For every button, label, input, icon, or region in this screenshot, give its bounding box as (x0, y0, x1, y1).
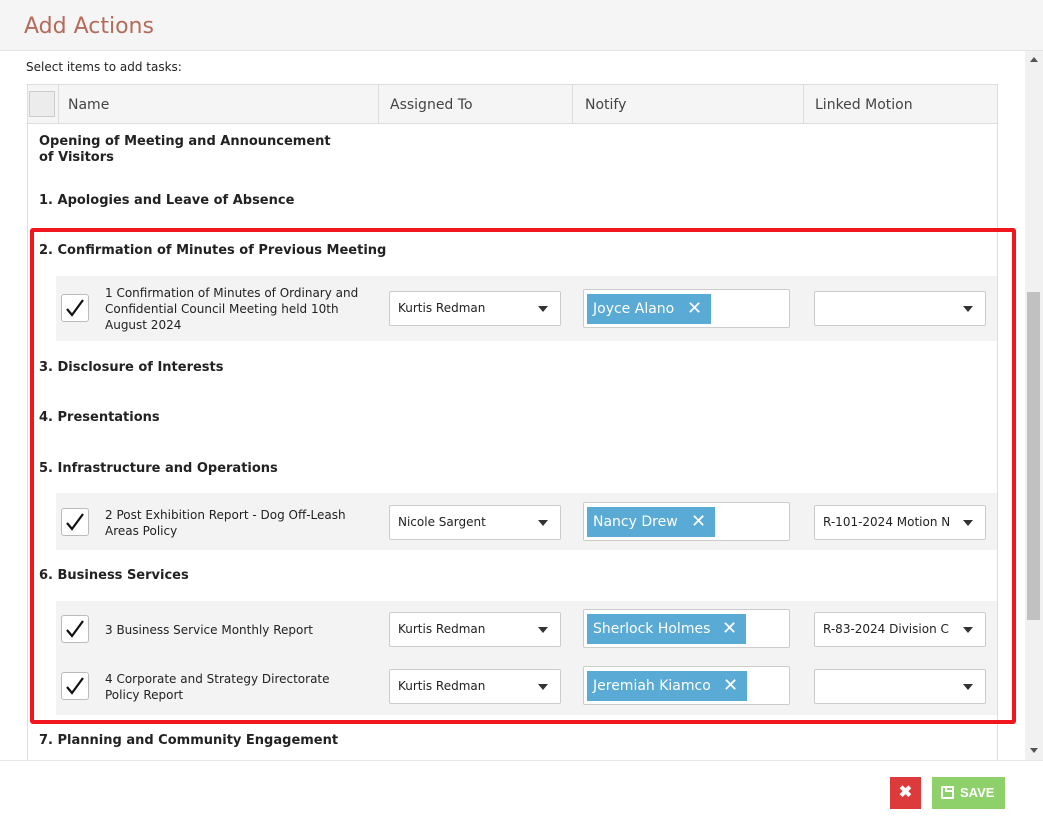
notify-field[interactable]: Nancy Drew ✕ (583, 502, 790, 541)
item-name: 1 Confirmation of Minutes of Ordinary an… (105, 286, 359, 332)
section-heading: 6. Business Services (39, 568, 189, 583)
remove-icon[interactable]: ✕ (691, 507, 706, 537)
assigned-to-select[interactable]: Nicole Sargent (389, 505, 561, 540)
chevron-down-icon (963, 627, 973, 633)
column-header-linked-motion[interactable]: Linked Motion (815, 85, 913, 123)
section-heading: Opening of Meeting and Announcement of V… (39, 134, 331, 165)
table-border-left (27, 84, 28, 760)
chevron-down-icon (538, 684, 548, 690)
column-divider (572, 85, 573, 123)
section-heading: 5. Infrastructure and Operations (39, 461, 278, 476)
table-row: 4 Corporate and Strategy Directorate Pol… (56, 658, 997, 715)
section-heading: 7. Planning and Community Engagement (39, 733, 339, 748)
remove-icon[interactable]: ✕ (687, 294, 702, 324)
scrollbar-thumb[interactable] (1027, 292, 1040, 620)
column-header-assigned-to[interactable]: Assigned To (390, 85, 473, 123)
item-name: 2 Post Exhibition Report - Dog Off-Leash… (105, 508, 346, 538)
section-heading: 4. Presentations (39, 410, 160, 425)
save-button-label: SAVE (960, 785, 995, 800)
notify-tag-label: Jeremiah Kiamco (593, 678, 711, 694)
scrollbar[interactable] (1025, 51, 1043, 760)
table-border-right (997, 84, 998, 760)
linked-motion-value: R-101-2024 Motion No (823, 515, 949, 529)
assigned-to-value: Kurtis Redman (398, 622, 486, 636)
checkmark-icon (66, 677, 84, 695)
item-checkbox[interactable] (61, 508, 89, 536)
save-button[interactable]: SAVE (932, 777, 1005, 809)
assigned-to-select[interactable]: Kurtis Redman (389, 612, 561, 647)
linked-motion-select[interactable]: R-101-2024 Motion No (814, 505, 986, 540)
floppy-disk-icon (941, 786, 954, 799)
linked-motion-select[interactable] (814, 669, 986, 704)
chevron-down-icon (538, 520, 548, 526)
notify-tag-label: Joyce Alano (593, 301, 675, 317)
chevron-down-icon (963, 520, 973, 526)
chevron-down-icon (538, 627, 548, 633)
select-all-checkbox[interactable] (29, 91, 55, 117)
item-name: 4 Corporate and Strategy Directorate Pol… (105, 672, 330, 702)
remove-icon[interactable]: ✕ (723, 671, 738, 701)
linked-motion-select[interactable] (814, 291, 986, 326)
chevron-down-icon (963, 306, 973, 312)
notify-field[interactable]: Joyce Alano ✕ (583, 289, 790, 328)
dialog-title: Add Actions (24, 14, 154, 39)
dialog-header: Add Actions (0, 0, 1043, 51)
checkmark-icon (66, 620, 84, 638)
close-icon: ✖ (898, 784, 913, 801)
table-row: 2 Post Exhibition Report - Dog Off-Leash… (56, 493, 997, 550)
notify-tag-label: Nancy Drew (593, 514, 678, 530)
section-heading: 2. Confirmation of Minutes of Previous M… (39, 243, 387, 258)
cancel-button[interactable]: ✖ (890, 777, 921, 809)
notify-tag: Jeremiah Kiamco ✕ (587, 671, 747, 701)
notify-tag: Sherlock Holmes ✕ (587, 614, 746, 644)
checkmark-icon (66, 513, 84, 531)
column-divider (378, 85, 379, 123)
column-header-notify[interactable]: Notify (585, 85, 626, 123)
notify-field[interactable]: Jeremiah Kiamco ✕ (583, 666, 790, 705)
column-divider (58, 85, 59, 123)
chevron-down-icon (538, 306, 548, 312)
assigned-to-select[interactable]: Kurtis Redman (389, 291, 561, 326)
chevron-down-icon (963, 684, 973, 690)
notify-tag-label: Sherlock Holmes (593, 621, 711, 637)
dialog-footer (0, 760, 1043, 822)
assigned-to-select[interactable]: Kurtis Redman (389, 669, 561, 704)
notify-tag: Nancy Drew ✕ (587, 507, 715, 537)
item-name: 3 Business Service Monthly Report (105, 623, 313, 637)
table-row: 1 Confirmation of Minutes of Ordinary an… (56, 276, 997, 341)
linked-motion-select[interactable]: R-83-2024 Division Ca (814, 612, 986, 647)
scroll-up-arrow-icon[interactable] (1030, 57, 1038, 62)
table-header: Name Assigned To Notify Linked Motion (27, 84, 998, 124)
column-header-name[interactable]: Name (68, 85, 109, 123)
assigned-to-value: Kurtis Redman (398, 679, 486, 693)
linked-motion-value: R-83-2024 Division Ca (823, 622, 949, 636)
item-checkbox[interactable] (61, 672, 89, 700)
remove-icon[interactable]: ✕ (722, 614, 737, 644)
assigned-to-value: Nicole Sargent (398, 515, 486, 529)
scroll-down-arrow-icon[interactable] (1030, 748, 1038, 753)
column-divider (803, 85, 804, 123)
section-heading: 3. Disclosure of Interests (39, 360, 224, 375)
section-heading: 1. Apologies and Leave of Absence (39, 193, 295, 208)
table-row: 3 Business Service Monthly Report Kurtis… (56, 601, 997, 658)
item-checkbox[interactable] (61, 615, 89, 643)
item-checkbox[interactable] (61, 294, 89, 322)
instruction-text: Select items to add tasks: (26, 60, 182, 74)
notify-tag: Joyce Alano ✕ (587, 294, 711, 324)
checkmark-icon (66, 299, 84, 317)
notify-field[interactable]: Sherlock Holmes ✕ (583, 609, 790, 648)
assigned-to-value: Kurtis Redman (398, 301, 486, 315)
